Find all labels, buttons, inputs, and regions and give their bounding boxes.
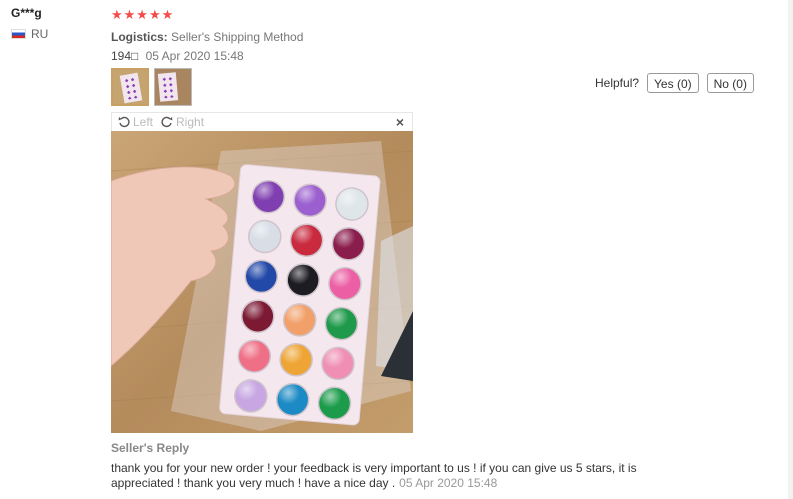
helpful-label: Helpful? xyxy=(595,76,640,90)
review-thumbnails xyxy=(111,68,192,106)
rotate-right-label: Right xyxy=(176,115,205,129)
rotate-left-icon xyxy=(118,116,130,128)
seller-reply-body: thank you for your new order ! your feed… xyxy=(111,461,671,491)
russia-flag-icon xyxy=(11,29,26,39)
review-date: 05 Apr 2020 15:48 xyxy=(145,49,244,63)
review-header: ★★★★★ Logistics: Seller's Shipping Metho… xyxy=(111,7,781,64)
rotate-left-button[interactable]: Left xyxy=(118,115,153,129)
reviewer-name: G***g xyxy=(11,6,42,20)
review-thumbnail-2[interactable] xyxy=(154,68,192,106)
logistics-info: Logistics: Seller's Shipping Method xyxy=(111,30,781,44)
logistics-label: Logistics: xyxy=(111,30,168,44)
image-viewer: Left Right × xyxy=(111,112,413,433)
review-photo xyxy=(111,131,413,433)
country-code: RU xyxy=(31,27,49,41)
page-scrollbar[interactable] xyxy=(788,0,793,499)
review-photo-image xyxy=(111,131,413,433)
seller-reply-title: Seller's Reply xyxy=(111,441,190,455)
reviewer-country: RU xyxy=(11,27,48,41)
close-viewer-button[interactable]: × xyxy=(396,114,404,130)
helpful-vote: Helpful? Yes (0) No (0) xyxy=(595,73,762,93)
helpful-yes-button[interactable]: Yes (0) xyxy=(647,73,699,93)
rotate-right-button[interactable]: Right xyxy=(161,115,204,129)
rotate-right-icon xyxy=(161,116,173,128)
seller-reply-date: 05 Apr 2020 15:48 xyxy=(399,476,498,490)
order-number: 194□ xyxy=(111,49,139,63)
helpful-no-button[interactable]: No (0) xyxy=(706,73,754,93)
logistics-value: Seller's Shipping Method xyxy=(171,30,304,44)
star-rating: ★★★★★ xyxy=(111,7,175,22)
review-date-row: 194□ 05 Apr 2020 15:48 xyxy=(111,49,781,63)
review-thumbnail-1[interactable] xyxy=(111,68,149,106)
reviewer-info: G***g RU xyxy=(11,6,48,41)
rotate-left-label: Left xyxy=(133,115,154,129)
seller-reply: Seller's Reply thank you for your new or… xyxy=(111,441,671,491)
viewer-toolbar: Left Right × xyxy=(111,112,413,131)
seller-reply-text: thank you for your new order ! your feed… xyxy=(111,461,637,490)
